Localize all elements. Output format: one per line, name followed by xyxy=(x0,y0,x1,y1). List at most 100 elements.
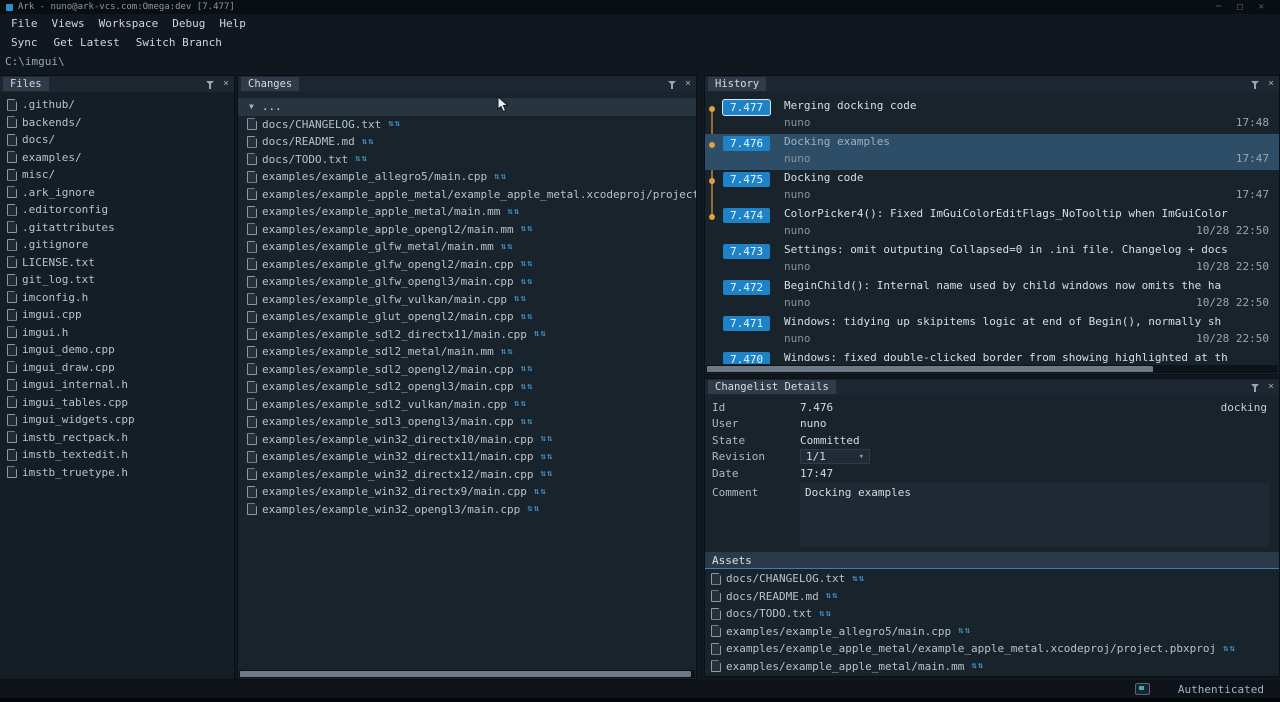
tab-history[interactable]: History xyxy=(708,77,766,91)
file-icon xyxy=(247,171,257,183)
changed-file-row[interactable]: examples/example_sdl2_directx11/main.cpp… xyxy=(238,326,696,344)
file-tree-item[interactable]: imgui_widgets.cpp xyxy=(0,411,234,429)
close-icon[interactable]: × xyxy=(223,76,229,92)
changed-file-row[interactable]: examples/example_sdl2_opengl2/main.cpp ⇅… xyxy=(238,361,696,379)
history-item[interactable]: 7.471 Windows: tidying up skipitems logi… xyxy=(705,314,1279,350)
detail-row-revision: Revision 1/1 ▾ xyxy=(705,449,1279,466)
file-tree-item[interactable]: imgui_draw.cpp xyxy=(0,359,234,377)
changed-file-row[interactable]: examples/example_sdl2_vulkan/main.cpp ⇅⇅ xyxy=(238,396,696,414)
changed-file-row[interactable]: examples/example_glut_opengl2/main.cpp ⇅… xyxy=(238,308,696,326)
changed-file-row[interactable]: examples/example_apple_metal/example_app… xyxy=(238,186,696,204)
expand-arrow-icon[interactable]: ▼ xyxy=(249,102,254,111)
file-tree-item[interactable]: .github/ xyxy=(0,96,234,114)
file-tree-item[interactable]: imconfig.h xyxy=(0,289,234,307)
changed-file-row[interactable]: docs/CHANGELOG.txt ⇅⇅ xyxy=(238,116,696,134)
asset-row[interactable]: docs/TODO.txt ⇅⇅ xyxy=(705,605,1279,623)
changes-root-row[interactable]: ▼ ... xyxy=(238,98,696,116)
toolbar-button[interactable]: Switch Branch xyxy=(128,36,230,49)
asset-row[interactable]: docs/README.md ⇅⇅ xyxy=(705,588,1279,606)
changed-file-row[interactable]: examples/example_win32_opengl3/main.cpp … xyxy=(238,501,696,519)
file-icon xyxy=(247,241,257,253)
file-tree-item[interactable]: imgui_internal.h xyxy=(0,376,234,394)
history-item[interactable]: 7.473 Settings: omit outputing Collapsed… xyxy=(705,242,1279,278)
state-label: State xyxy=(705,434,800,447)
menu-item[interactable]: Workspace xyxy=(92,17,166,30)
changed-file-row[interactable]: examples/example_win32_directx10/main.cp… xyxy=(238,431,696,449)
file-tree-item[interactable]: .ark_ignore xyxy=(0,184,234,202)
history-item[interactable]: 7.474 ColorPicker4(): Fixed ImGuiColorEd… xyxy=(705,206,1279,242)
changed-file-row[interactable]: examples/example_sdl2_metal/main.mm ⇅⇅ xyxy=(238,343,696,361)
maximize-button[interactable]: □ xyxy=(1237,2,1242,12)
window-controls: ─ □ ✕ xyxy=(1216,2,1264,12)
file-tree-item[interactable]: imgui_tables.cpp xyxy=(0,394,234,412)
changed-file-row[interactable]: examples/example_glfw_metal/main.mm ⇅⇅ xyxy=(238,238,696,256)
file-tree-item[interactable]: .editorconfig xyxy=(0,201,234,219)
toolbar-button[interactable]: Sync xyxy=(3,36,46,49)
menu-item[interactable]: Views xyxy=(45,17,92,30)
changed-file-path: examples/example_glut_opengl2/main.cpp xyxy=(262,310,514,323)
changed-file-row[interactable]: examples/example_win32_directx9/main.cpp… xyxy=(238,483,696,501)
tab-changes[interactable]: Changes xyxy=(241,77,299,91)
file-tree-item[interactable]: git_log.txt xyxy=(0,271,234,289)
scrollbar-handle[interactable] xyxy=(707,366,1153,372)
asset-row[interactable]: examples/example_apple_metal/example_app… xyxy=(705,640,1279,658)
history-item[interactable]: 7.475 Docking code nuno 17:47 xyxy=(705,170,1279,206)
filter-icon[interactable] xyxy=(206,80,215,89)
minimize-button[interactable]: ─ xyxy=(1216,2,1221,12)
menu-item[interactable]: File xyxy=(4,17,45,30)
file-tree-item[interactable]: misc/ xyxy=(0,166,234,184)
changed-file-row[interactable]: examples/example_sdl2_opengl3/main.cpp ⇅… xyxy=(238,378,696,396)
history-item[interactable]: 7.470 Windows: fixed double-clicked bord… xyxy=(705,350,1279,364)
changed-file-row[interactable]: examples/example_allegro5/main.cpp ⇅⇅ xyxy=(238,168,696,186)
changed-file-row[interactable]: examples/example_glfw_vulkan/main.cpp ⇅⇅ xyxy=(238,291,696,309)
close-icon[interactable]: × xyxy=(1268,76,1274,92)
changed-file-row[interactable]: examples/example_glfw_opengl2/main.cpp ⇅… xyxy=(238,256,696,274)
file-tree-item[interactable]: imgui.h xyxy=(0,324,234,342)
changed-file-path: examples/example_glfw_opengl2/main.cpp xyxy=(262,258,514,271)
scrollbar-handle[interactable] xyxy=(240,671,691,677)
changed-file-row[interactable]: examples/example_win32_directx11/main.cp… xyxy=(238,448,696,466)
commit-time: 10/28 22:50 xyxy=(1196,224,1269,237)
menu-item[interactable]: Help xyxy=(212,17,253,30)
tab-files[interactable]: Files xyxy=(3,77,49,91)
file-tree-item[interactable]: docs/ xyxy=(0,131,234,149)
file-tree-item[interactable]: imstb_textedit.h xyxy=(0,446,234,464)
asset-row[interactable]: examples/example_apple_metal/main.mm ⇅⇅ xyxy=(705,658,1279,676)
details-panel-header: Changelist Details × xyxy=(705,379,1279,395)
changed-file-row[interactable]: docs/TODO.txt ⇅⇅ xyxy=(238,151,696,169)
changed-file-row[interactable]: examples/example_apple_opengl2/main.mm ⇅… xyxy=(238,221,696,239)
file-tree-item[interactable]: examples/ xyxy=(0,149,234,167)
menu-item[interactable]: Debug xyxy=(165,17,212,30)
file-tree-item[interactable]: imstb_truetype.h xyxy=(0,464,234,482)
close-icon[interactable]: × xyxy=(685,76,691,92)
close-icon[interactable]: × xyxy=(1268,379,1274,395)
file-tree-item[interactable]: imgui_demo.cpp xyxy=(0,341,234,359)
changed-file-row[interactable]: examples/example_glfw_opengl3/main.cpp ⇅… xyxy=(238,273,696,291)
history-item[interactable]: 7.472 BeginChild(): Internal name used b… xyxy=(705,278,1279,314)
history-item[interactable]: 7.477 Merging docking code nuno 17:48 xyxy=(705,98,1279,134)
changed-file-row[interactable]: examples/example_win32_directx12/main.cp… xyxy=(238,466,696,484)
changed-file-row[interactable]: examples/example_apple_metal/main.mm ⇅⇅ xyxy=(238,203,696,221)
timeline-dot-icon xyxy=(709,142,715,148)
commit-author: nuno xyxy=(784,224,811,237)
file-tree-item[interactable]: backends/ xyxy=(0,114,234,132)
toolbar-button[interactable]: Get Latest xyxy=(46,36,128,49)
file-tree-item[interactable]: imstb_rectpack.h xyxy=(0,429,234,447)
tab-changelist-details[interactable]: Changelist Details xyxy=(708,380,836,394)
filter-icon[interactable] xyxy=(1251,383,1260,392)
changed-file-row[interactable]: docs/README.md ⇅⇅ xyxy=(238,133,696,151)
commit-time: 10/28 22:50 xyxy=(1196,260,1269,273)
asset-row[interactable]: docs/CHANGELOG.txt ⇅⇅ xyxy=(705,570,1279,588)
file-tree-item[interactable]: .gitignore xyxy=(0,236,234,254)
filter-icon[interactable] xyxy=(668,80,677,89)
history-item[interactable]: 7.476 Docking examples nuno 17:47 xyxy=(705,134,1279,170)
asset-row[interactable]: examples/example_allegro5/main.cpp ⇅⇅ xyxy=(705,623,1279,641)
revision-dropdown[interactable]: 1/1 ▾ xyxy=(800,449,870,464)
file-icon xyxy=(247,363,257,375)
filter-icon[interactable] xyxy=(1251,80,1260,89)
file-tree-item[interactable]: LICENSE.txt xyxy=(0,254,234,272)
file-tree-item[interactable]: imgui.cpp xyxy=(0,306,234,324)
changed-file-row[interactable]: examples/example_sdl3_opengl3/main.cpp ⇅… xyxy=(238,413,696,431)
close-button[interactable]: ✕ xyxy=(1259,2,1264,12)
file-tree-item[interactable]: .gitattributes xyxy=(0,219,234,237)
